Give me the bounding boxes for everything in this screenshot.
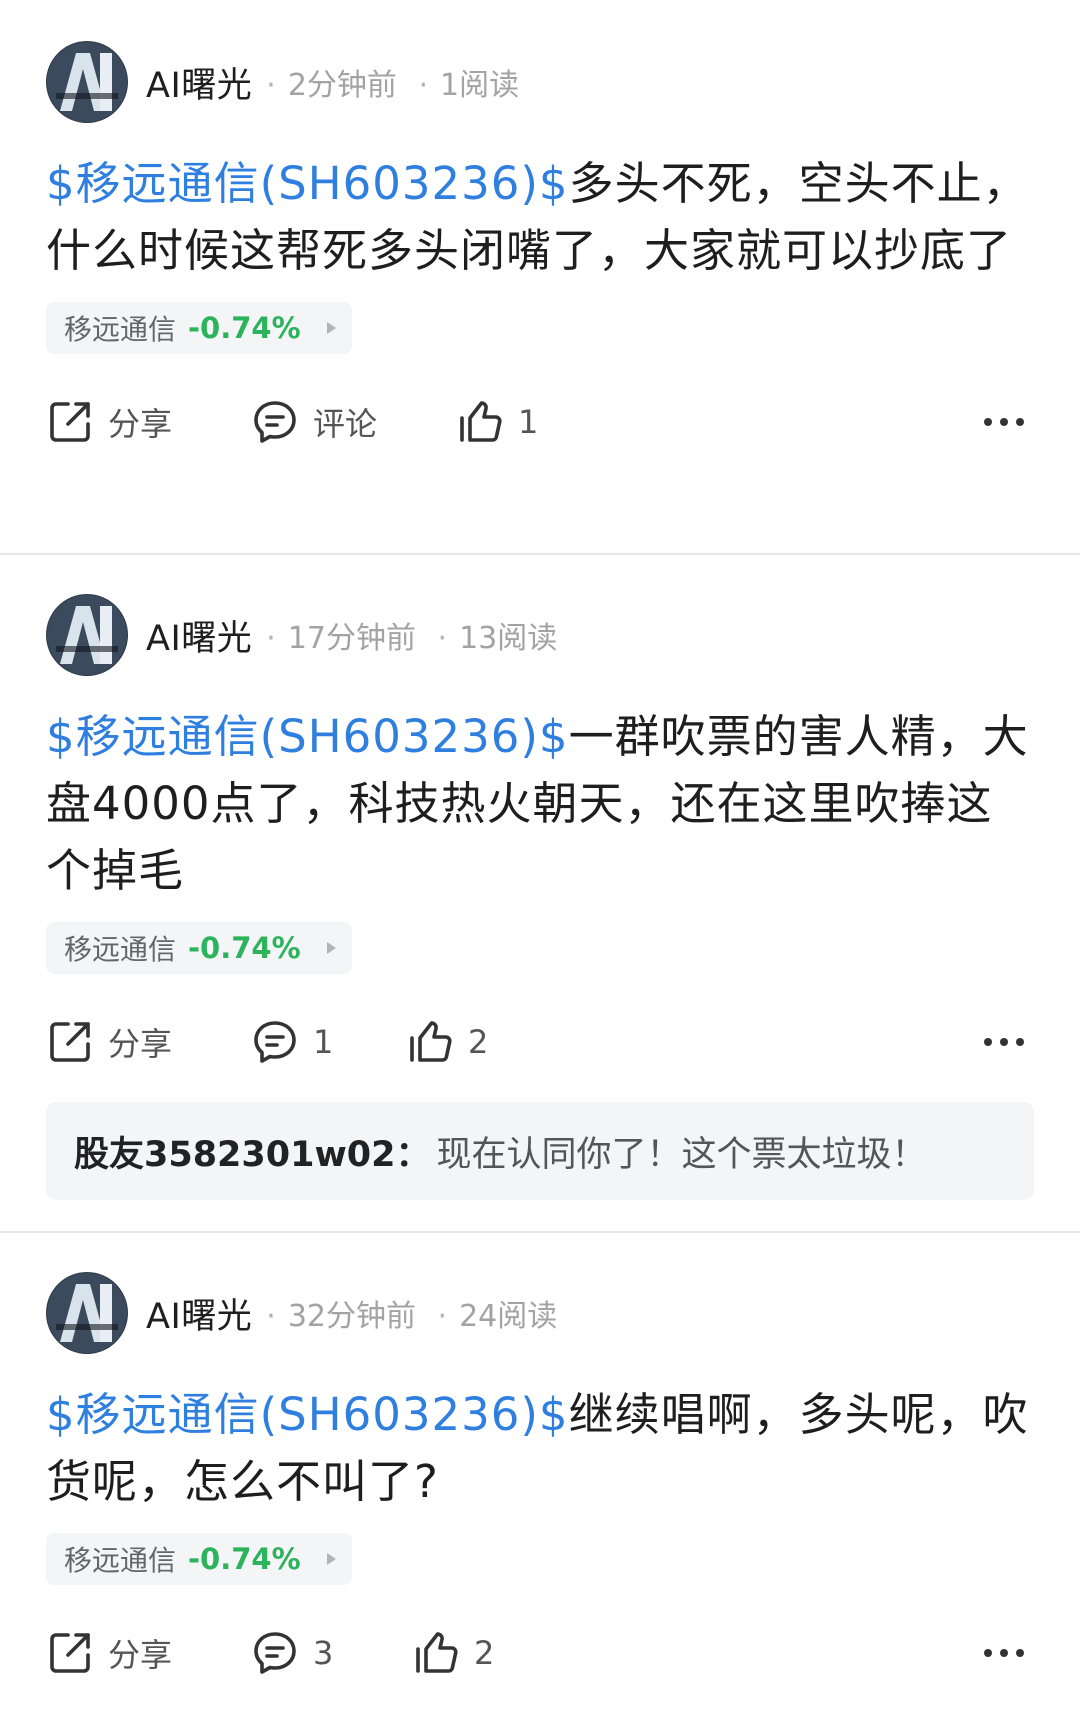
- stock-name: 移远通信: [64, 1544, 177, 1577]
- action-bar: 分享 评论 1: [46, 392, 1034, 452]
- comment-label: 评论: [313, 405, 378, 443]
- post: AI曙光 · 2分钟前 · 1阅读 $移远通信(SH603236)$多头不死，空头不…: [0, 0, 1080, 553]
- read-count: 24阅读: [459, 1299, 558, 1334]
- share-icon: [50, 402, 90, 442]
- stock-tag[interactable]: 移远通信 -0.74%: [46, 1533, 352, 1585]
- author-name[interactable]: AI曙光: [146, 57, 252, 108]
- post-content[interactable]: $移远通信(SH603236)$多头不死，空头不止，什么时候这帮死多头闭嘴了，大…: [46, 150, 1036, 284]
- post-time: 32分钟前: [287, 1299, 416, 1334]
- avatar[interactable]: [46, 594, 128, 676]
- stock-arrow-icon: [326, 1553, 336, 1565]
- read-count: 1阅读: [440, 68, 520, 103]
- like-count: 2: [474, 1634, 495, 1672]
- like-button[interactable]: 1: [456, 392, 538, 452]
- like-count: 2: [468, 1023, 489, 1061]
- share-label: 分享: [108, 1636, 173, 1674]
- share-button[interactable]: 分享: [46, 1012, 172, 1072]
- ticker-link[interactable]: $移远通信(SH603236)$: [46, 710, 569, 763]
- reply-user[interactable]: 股友3582301w02：: [74, 1126, 431, 1177]
- stock-arrow-icon: [326, 322, 336, 334]
- author-name[interactable]: AI曙光: [146, 1288, 252, 1339]
- post-time: 17分钟前: [287, 621, 416, 656]
- avatar[interactable]: [46, 41, 128, 123]
- ticker-link[interactable]: $移远通信(SH603236)$: [46, 1388, 569, 1441]
- comment-count: 3: [313, 1634, 334, 1672]
- stock-tag[interactable]: 移远通信 -0.74%: [46, 922, 352, 974]
- post-content[interactable]: $移远通信(SH603236)$继续唱啊，多头呢，吹货呢，怎么不叫了?: [46, 1381, 1036, 1515]
- stock-name: 移远通信: [64, 313, 177, 346]
- comment-button[interactable]: 评论: [251, 392, 377, 452]
- like-icon: [460, 401, 502, 442]
- share-button[interactable]: 分享: [46, 392, 172, 452]
- post-meta: · 17分钟前 · 13阅读: [266, 621, 558, 656]
- comment-icon: [254, 1021, 296, 1063]
- share-icon: [50, 1022, 90, 1062]
- post-header: AI曙光 · 2分钟前 · 1阅读: [46, 41, 1034, 123]
- stock-tag[interactable]: 移远通信 -0.74%: [46, 302, 352, 354]
- more-icon[interactable]: [974, 1012, 1034, 1072]
- post: AI曙光 · 32分钟前 · 24阅读 $移远通信(SH603236)$继续唱啊，多…: [0, 1233, 1080, 1719]
- reply-preview[interactable]: 股友3582301w02： 现在认同你了！这个票太垃圾！: [46, 1102, 1034, 1200]
- like-icon: [416, 1632, 458, 1673]
- stock-arrow-icon: [326, 942, 336, 954]
- comment-button[interactable]: 3: [251, 1623, 333, 1683]
- stock-change: -0.74%: [188, 931, 301, 965]
- post-content[interactable]: $移远通信(SH603236)$一群吹票的害人精，大盘4000点了，科技热火朝天…: [46, 703, 1036, 904]
- more-icon[interactable]: [974, 1623, 1034, 1683]
- like-button[interactable]: 2: [412, 1623, 494, 1683]
- like-count: 1: [518, 403, 539, 441]
- comment-count: 1: [313, 1023, 334, 1061]
- ticker-link[interactable]: $移远通信(SH603236)$: [46, 157, 569, 210]
- comment-icon: [254, 401, 296, 443]
- reply-text: 现在认同你了！这个票太垃圾！: [436, 1134, 927, 1175]
- comment-button[interactable]: 1: [251, 1012, 333, 1072]
- avatar[interactable]: [46, 1272, 128, 1354]
- action-bar: 分享 3 2: [46, 1623, 1034, 1683]
- share-button[interactable]: 分享: [46, 1623, 172, 1683]
- author-name[interactable]: AI曙光: [146, 610, 252, 661]
- comment-icon: [254, 1632, 296, 1674]
- share-label: 分享: [108, 1025, 173, 1063]
- post-header: AI曙光 · 17分钟前 · 13阅读: [46, 594, 1034, 676]
- share-label: 分享: [108, 405, 173, 443]
- stock-name: 移远通信: [64, 933, 177, 966]
- more-icon[interactable]: [974, 392, 1034, 452]
- stock-change: -0.74%: [188, 311, 301, 345]
- read-count: 13阅读: [459, 621, 558, 656]
- post: AI曙光 · 17分钟前 · 13阅读 $移远通信(SH603236)$一群吹票的害…: [0, 555, 1080, 1231]
- share-icon: [50, 1633, 90, 1673]
- post-header: AI曙光 · 32分钟前 · 24阅读: [46, 1272, 1034, 1354]
- like-button[interactable]: 2: [406, 1012, 488, 1072]
- like-icon: [410, 1021, 452, 1062]
- action-bar: 分享 1 2: [46, 1012, 1034, 1072]
- post-meta: · 32分钟前 · 24阅读: [266, 1299, 558, 1334]
- stock-change: -0.74%: [188, 1542, 301, 1576]
- post-meta: · 2分钟前 · 1阅读: [266, 68, 520, 103]
- post-time: 2分钟前: [287, 68, 397, 103]
